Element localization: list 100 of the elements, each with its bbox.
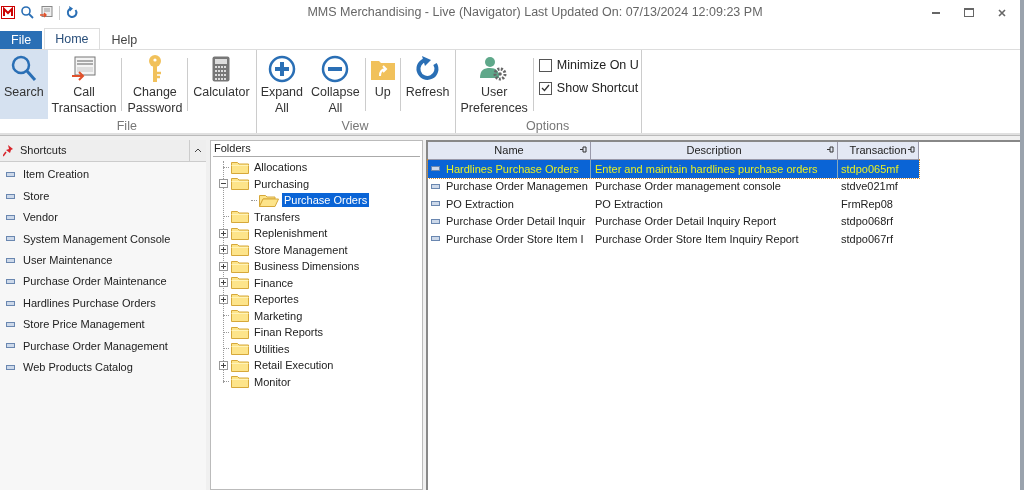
tree-item[interactable]: Transfers	[252, 209, 303, 224]
menu-tab[interactable]: Help	[99, 31, 150, 49]
item-icon	[6, 321, 15, 327]
tree-item[interactable]: Reportes	[252, 292, 301, 307]
group-label: File	[115, 119, 138, 133]
plus-circle-icon	[267, 54, 296, 84]
folder-icon	[231, 358, 249, 372]
expand-toggle[interactable]	[218, 228, 228, 238]
collapse-toggle[interactable]	[218, 179, 228, 189]
tree-item[interactable]: Retail Execution	[252, 358, 336, 373]
table-row[interactable]: Purchase Order Managemen Purchase Order management console stdve021mf	[428, 177, 919, 195]
table-cell-text: Purchase Order Detail Inquiry Report	[595, 214, 776, 229]
column-header[interactable]: Transaction	[838, 142, 919, 160]
tree-item[interactable]: Marketing	[252, 308, 305, 323]
tree-item[interactable]: Finan Reports	[252, 325, 326, 340]
open-folder-icon	[259, 193, 279, 207]
expand-toggle[interactable]	[218, 294, 228, 304]
item-icon	[6, 214, 15, 220]
item-icon	[6, 236, 15, 242]
panel-title: Shortcuts	[20, 143, 67, 159]
refresh-icon[interactable]	[66, 6, 78, 19]
pin-icon	[908, 146, 915, 153]
column-header[interactable]: Name	[428, 142, 591, 160]
minimize-icon[interactable]	[932, 11, 940, 14]
tree-item[interactable]: Finance	[252, 275, 296, 290]
folder-icon	[231, 325, 249, 339]
item-icon	[6, 193, 15, 199]
table-cell-text: Purchase Order Managemen	[446, 179, 588, 194]
table-cell-text: FrmRep08	[841, 196, 893, 212]
tree-item[interactable]: Monitor	[252, 374, 293, 389]
key-icon	[146, 54, 163, 84]
pin-icon	[827, 146, 834, 153]
tree-item[interactable]: Purchasing	[252, 176, 312, 191]
ribbon-button[interactable]: Collapse All	[307, 50, 364, 119]
table-cell-text: Purchase Order Detail Inquir	[446, 214, 586, 229]
item-icon	[6, 364, 15, 370]
search-icon[interactable]	[21, 6, 34, 19]
ribbon-button[interactable]: Up	[366, 50, 399, 119]
table-row[interactable]: Purchase Order Detail Inquir Purchase Order Detail Inquiry Report stdpo068rf	[428, 212, 919, 230]
expand-toggle[interactable]	[218, 360, 228, 370]
table-cell-text: Purchase Order management console	[595, 179, 781, 194]
tree-item[interactable]: Purchase Orders	[282, 193, 370, 208]
shortcut-item[interactable]: Purchase Order Management	[23, 337, 168, 355]
shortcut-item[interactable]: Hardlines Purchase Orders	[23, 294, 156, 312]
item-icon	[6, 172, 15, 178]
checkbox-option[interactable]: Show Shortcut	[538, 78, 639, 98]
checkbox[interactable]	[538, 81, 552, 95]
row-icon	[431, 218, 440, 224]
ribbon-button[interactable]: Expand All	[256, 50, 308, 119]
menu-tab[interactable]: File	[0, 31, 43, 49]
table-cell-text: Purchase Order Store Item I	[446, 231, 584, 247]
shortcut-item[interactable]: Store	[23, 187, 50, 205]
tree-item[interactable]: Replenishment	[252, 226, 330, 241]
expand-toggle[interactable]	[218, 278, 228, 288]
shortcut-item[interactable]: Purchase Order Maintenance	[23, 273, 167, 290]
table-cell-text: stdpo067rf	[841, 231, 893, 247]
ribbon-button[interactable]: Change Password	[123, 50, 187, 119]
tree-item[interactable]: Allocations	[252, 160, 310, 175]
chevron-up-icon	[194, 148, 202, 153]
tree-item[interactable]: Store Management	[252, 242, 350, 257]
folder-icon	[231, 259, 249, 273]
transaction-icon[interactable]	[40, 6, 53, 19]
table-row[interactable]: Hardlines Purchase Orders Enter and maintain hardlines purchase orders stdpo065mf	[428, 160, 919, 178]
tree-item[interactable]: Business Dimensions	[252, 259, 362, 274]
table-cell-text: stdve021mf	[841, 179, 898, 194]
ribbon-button[interactable]: Calculator	[189, 50, 254, 119]
menu-tab[interactable]: Home	[44, 28, 100, 49]
ribbon-button[interactable]: Refresh	[401, 50, 454, 119]
group-label: Options	[525, 119, 571, 133]
folder-icon	[231, 342, 249, 356]
shortcut-item[interactable]: Vendor	[23, 209, 58, 226]
shortcut-item[interactable]: Item Creation	[23, 166, 90, 183]
folder-icon	[231, 177, 249, 191]
pin-icon	[580, 146, 587, 153]
folder-icon	[231, 375, 249, 389]
table-cell-text: stdpo065mf	[841, 161, 899, 177]
maximize-icon[interactable]	[964, 8, 974, 17]
row-icon	[431, 236, 440, 242]
checkbox-option[interactable]: Minimize On U	[538, 56, 639, 75]
shortcut-item[interactable]: User Maintenance	[23, 252, 113, 269]
checkbox[interactable]	[538, 58, 552, 72]
ribbon-button[interactable]: User Preferences	[456, 50, 532, 119]
table-row[interactable]: Purchase Order Store Item I Purchase Order Store Item Inquiry Report stdpo067rf	[428, 230, 919, 248]
shortcut-item[interactable]: System Management Console	[23, 230, 171, 248]
item-icon	[6, 300, 15, 306]
pin-icon	[3, 144, 13, 157]
shortcut-item[interactable]: Web Products Catalog	[23, 358, 133, 376]
ribbon-button[interactable]: Search	[0, 50, 48, 119]
column-header[interactable]: Description	[591, 142, 838, 160]
expand-toggle[interactable]	[218, 261, 228, 271]
item-icon	[6, 279, 15, 285]
ribbon-button[interactable]: Call Transaction	[47, 50, 121, 119]
close-icon[interactable]	[998, 8, 1006, 17]
calculator-icon	[212, 54, 231, 84]
table-row[interactable]: PO Extraction PO Extraction FrmRep08	[428, 195, 919, 213]
shortcut-item[interactable]: Store Price Management	[23, 316, 145, 333]
item-icon	[6, 257, 15, 263]
expand-toggle[interactable]	[218, 245, 228, 255]
app-logo-icon	[1, 6, 15, 19]
tree-item[interactable]: Utilities	[252, 341, 292, 356]
